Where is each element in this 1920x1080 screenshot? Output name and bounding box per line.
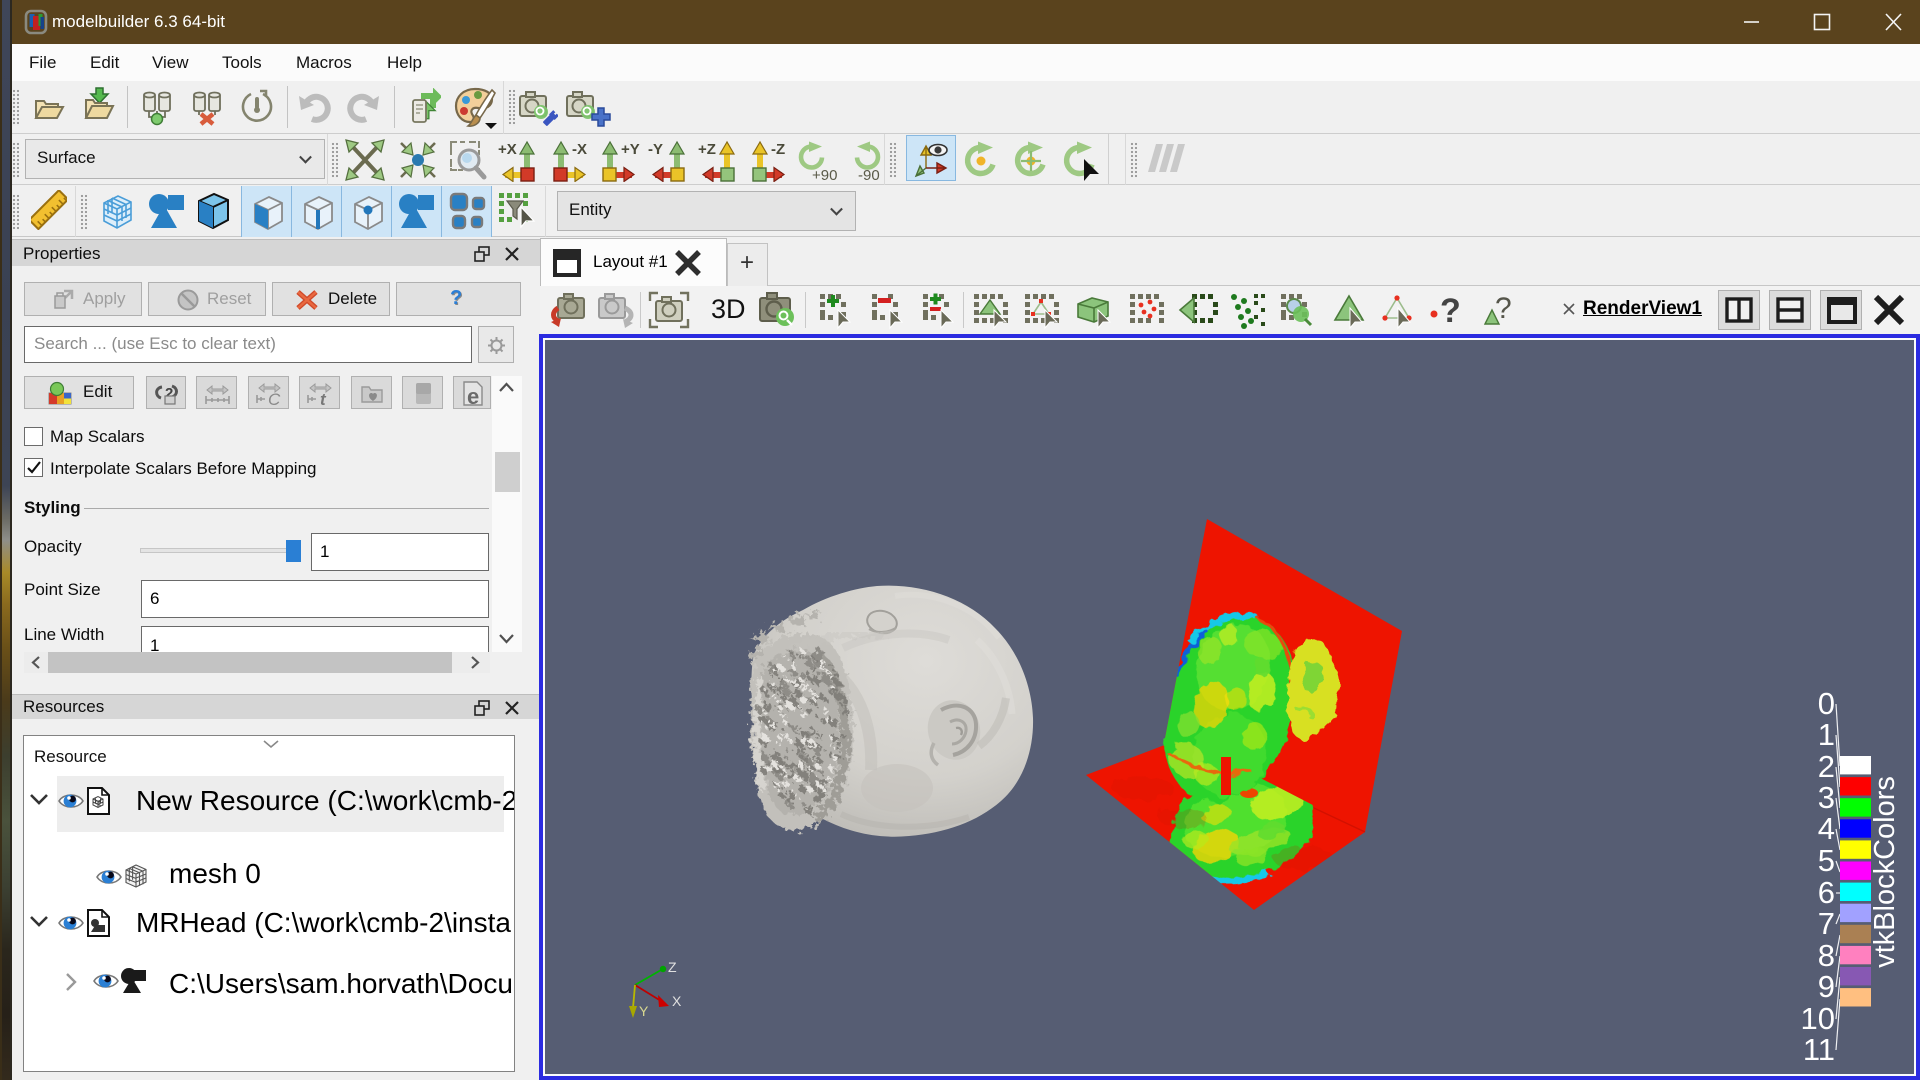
svg-text:-90: -90 <box>858 167 880 182</box>
svg-text:+Y: +Y <box>621 141 640 158</box>
svg-text:+90: +90 <box>812 167 837 182</box>
svg-text:-Z: -Z <box>771 141 785 158</box>
svg-text:C: C <box>268 390 281 406</box>
svg-text:+Z: +Z <box>698 141 716 158</box>
svg-text:vtkBlockColors: vtkBlockColors <box>1869 776 1901 968</box>
svg-text:8: 8 <box>1818 938 1835 973</box>
svg-text:Y: Y <box>639 1003 649 1019</box>
svg-text:0: 0 <box>1818 686 1835 721</box>
svg-text:-Y: -Y <box>648 141 663 158</box>
svg-text:?: ? <box>1440 292 1461 330</box>
svg-text:9: 9 <box>1818 969 1835 1004</box>
svg-text:2: 2 <box>1818 749 1835 784</box>
svg-text:X: X <box>672 993 682 1009</box>
svg-text:3: 3 <box>1818 780 1835 815</box>
svg-text:?: ? <box>1495 292 1512 325</box>
svg-text:1: 1 <box>1818 717 1835 752</box>
svg-text:+X: +X <box>498 141 517 158</box>
svg-text:7: 7 <box>1818 906 1835 941</box>
svg-text:e: e <box>467 384 479 407</box>
svg-text:6: 6 <box>1818 875 1835 910</box>
svg-text:11: 11 <box>1803 1032 1835 1067</box>
svg-text:5: 5 <box>1818 843 1835 878</box>
svg-text:10: 10 <box>1801 1001 1835 1036</box>
svg-text:-X: -X <box>572 141 587 158</box>
svg-text:4: 4 <box>1818 811 1835 846</box>
svg-text:Z: Z <box>668 959 677 975</box>
